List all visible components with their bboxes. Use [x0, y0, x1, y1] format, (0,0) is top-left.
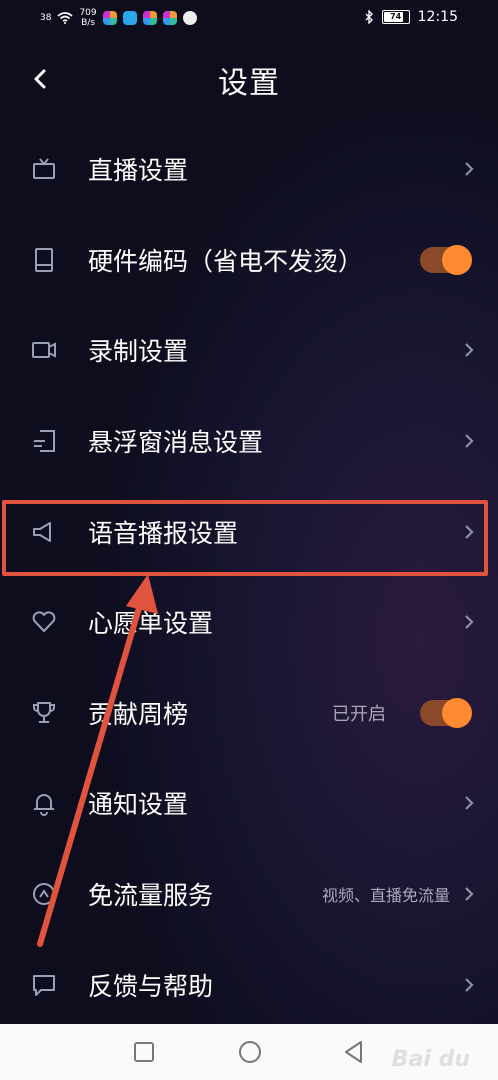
settings-item-feedback[interactable]: 反馈与帮助	[0, 939, 498, 1030]
settings-item-label: 通知设置	[88, 790, 189, 820]
wifi-icon	[57, 12, 73, 24]
settings-list: 直播设置 硬件编码（省电不发烫） 录制设置 悬浮窗消息设置 语音播报设置 心愿单…	[0, 124, 498, 1030]
weekly-ranking-toggle[interactable]	[420, 697, 472, 728]
settings-item-weekly-ranking[interactable]: 贡献周榜 已开启	[0, 668, 498, 759]
app-notification-icon	[142, 11, 157, 25]
settings-item-label: 免流量服务	[88, 881, 214, 911]
clock: 12:15	[417, 9, 458, 25]
bell-icon	[34, 794, 54, 817]
weekly-ranking-status: 已开启	[332, 703, 386, 725]
settings-item-wishlist[interactable]: 心愿单设置	[0, 577, 498, 668]
video-camera-icon	[32, 342, 56, 359]
settings-item-label: 贡献周榜	[88, 699, 189, 729]
heart-icon	[32, 611, 56, 633]
chevron-right-icon	[465, 887, 474, 901]
signal-strength: 38	[40, 12, 52, 23]
tv-icon	[33, 158, 55, 180]
settings-item-hardware-encoding[interactable]: 硬件编码（省电不发烫）	[0, 215, 498, 306]
tablet-icon	[35, 247, 53, 272]
status-left: 38 709 B/s	[40, 8, 197, 28]
app-notification-icon	[162, 11, 177, 25]
settings-item-voice-broadcast[interactable]: 语音播报设置	[0, 486, 498, 577]
settings-item-floating-window[interactable]: 悬浮窗消息设置	[0, 396, 498, 487]
data-free-description: 视频、直播免流量	[321, 886, 450, 906]
settings-item-label: 硬件编码（省电不发烫）	[88, 246, 364, 276]
recent-apps-icon[interactable]	[130, 1038, 158, 1066]
settings-item-live[interactable]: 直播设置	[0, 124, 498, 215]
battery-level: 74	[390, 12, 402, 21]
chevron-right-icon	[465, 434, 474, 448]
home-icon[interactable]	[236, 1038, 264, 1066]
page-title: 设置	[218, 66, 280, 101]
floating-window-icon	[34, 430, 55, 453]
settings-item-recording[interactable]: 录制设置	[0, 305, 498, 396]
toggle-knob	[442, 244, 472, 275]
data-saver-icon	[33, 883, 55, 906]
bluetooth-icon	[365, 10, 373, 24]
status-bar: 38 709 B/s 74 12:15	[0, 0, 498, 36]
chevron-right-icon	[465, 615, 474, 630]
speed-unit: B/s	[81, 18, 95, 28]
speaker-icon	[33, 521, 51, 542]
chevron-right-icon	[465, 977, 474, 992]
battery-indicator: 74	[381, 10, 410, 24]
speed-value: 709	[79, 8, 97, 18]
header: 设置	[0, 50, 498, 110]
app-notification-icon	[122, 11, 137, 25]
chevron-right-icon	[465, 343, 474, 358]
chevron-right-icon	[465, 796, 474, 811]
watermark: Bai du	[391, 1047, 470, 1072]
trophy-icon	[33, 701, 55, 723]
chat-bubble-icon	[33, 974, 55, 996]
app-notification-icon	[182, 11, 197, 25]
settings-item-label: 直播设置	[88, 156, 189, 186]
status-right: 74 12:15	[364, 9, 458, 25]
hardware-encoding-toggle[interactable]	[420, 244, 472, 275]
settings-item-notifications[interactable]: 通知设置	[0, 758, 498, 849]
settings-item-data-free[interactable]: 免流量服务 视频、直播免流量	[0, 849, 498, 940]
chevron-right-icon	[465, 524, 474, 539]
network-speed: 709 B/s	[79, 8, 96, 28]
settings-item-label: 语音播报设置	[88, 518, 239, 548]
settings-item-label: 录制设置	[88, 337, 189, 367]
settings-item-label: 心愿单设置	[88, 609, 214, 639]
system-nav-bar: Bai du	[0, 1024, 498, 1080]
settings-item-label: 反馈与帮助	[88, 971, 214, 1001]
app-notification-icon	[102, 11, 117, 25]
back-triangle-icon[interactable]	[340, 1038, 368, 1066]
toggle-knob	[442, 697, 472, 728]
settings-item-label: 悬浮窗消息设置	[88, 428, 264, 458]
chevron-right-icon	[465, 162, 474, 177]
